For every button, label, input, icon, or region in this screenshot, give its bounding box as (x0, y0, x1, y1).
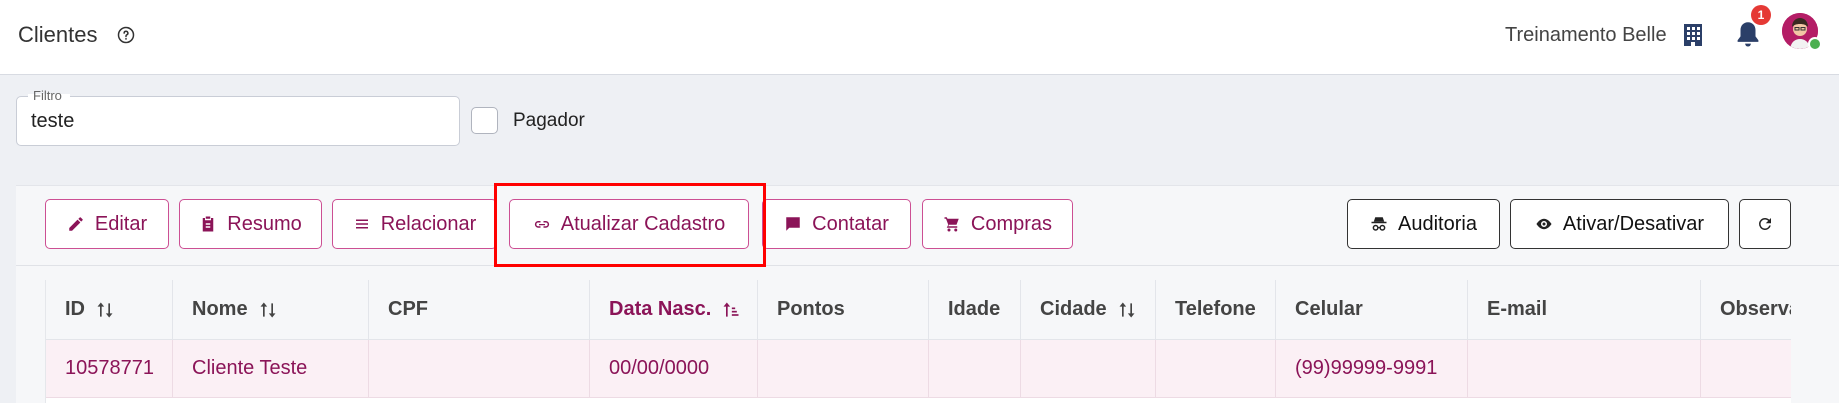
filter-label: Filtro (33, 88, 62, 103)
column-header-idade[interactable]: Idade (929, 280, 1021, 340)
pagador-label[interactable]: Pagador (513, 110, 585, 132)
column-header-cidade[interactable]: Cidade (1021, 280, 1156, 340)
filter-input[interactable] (17, 100, 457, 142)
notification-count-badge: 1 (1751, 5, 1771, 25)
table-cell-data-nasc[interactable]: 00/00/0000 (590, 340, 758, 398)
highlight-annotation (494, 183, 766, 267)
table-cell-cpf[interactable] (369, 340, 590, 398)
building-icon[interactable] (1682, 23, 1704, 47)
column-header-label: Cidade (1040, 298, 1107, 320)
pagador-checkbox[interactable] (471, 107, 498, 134)
column-header-label: Nome (192, 298, 248, 320)
table-cell-email[interactable] (1468, 340, 1701, 398)
refresh-icon (1759, 218, 1771, 230)
column-header-label: CPF (388, 298, 428, 320)
column-header-celular[interactable]: Celular (1276, 280, 1468, 340)
edit-button-label: Editar (94, 212, 148, 235)
toolbar-divider (16, 265, 1839, 266)
relate-button[interactable]: Relacionar (332, 199, 497, 249)
column-header-label: Pontos (777, 298, 845, 320)
column-header-data-nasc[interactable]: Data Nasc. (590, 280, 758, 340)
column-header-cpf[interactable]: CPF (369, 280, 590, 340)
column-header-telefone[interactable]: Telefone (1156, 280, 1276, 340)
table-cell-nome[interactable]: Cliente Teste (173, 340, 369, 398)
column-header-label: Data Nasc. (609, 298, 712, 320)
column-header-email[interactable]: E-mail (1468, 280, 1701, 340)
table-cell-observacao[interactable] (1701, 340, 1791, 398)
relate-button-label: Relacionar (380, 212, 477, 235)
table-cell-pontos[interactable] (758, 340, 929, 398)
column-header-label: Idade (948, 298, 1001, 320)
column-header-nome[interactable]: Nome (173, 280, 369, 340)
page-title: Clientes (18, 22, 98, 47)
edit-button[interactable]: Editar (45, 199, 169, 249)
help-icon[interactable] (117, 26, 135, 44)
summary-button-label: Resumo (227, 212, 302, 235)
refresh-button[interactable] (1739, 199, 1791, 249)
clipboard-icon (203, 216, 214, 232)
spy-icon (1371, 217, 1387, 231)
table-cell-id[interactable]: 10578771 (46, 340, 173, 398)
audit-button[interactable]: Auditoria (1347, 199, 1500, 249)
organization-name[interactable]: Treinamento Belle (1505, 24, 1667, 47)
column-header-observacao[interactable]: Observa (1701, 280, 1791, 340)
online-status-indicator (1808, 37, 1822, 51)
sort-both-icon[interactable] (1117, 300, 1137, 320)
summary-button[interactable]: Resumo (179, 199, 322, 249)
column-header-label: Observa (1720, 298, 1791, 320)
pencil-icon (69, 217, 83, 231)
chat-icon (786, 217, 800, 231)
table-cell-celular[interactable]: (99)99999-9991 (1276, 340, 1468, 398)
app-header: Clientes Treinamento Belle 1 (0, 0, 1839, 75)
table-cell-telefone[interactable] (1156, 340, 1276, 398)
purchases-button[interactable]: Compras (922, 199, 1073, 249)
audit-button-label: Auditoria (1398, 212, 1477, 235)
column-header-label: E-mail (1487, 298, 1548, 320)
column-header-label: ID (65, 298, 85, 320)
sort-ascending-icon[interactable] (721, 300, 741, 320)
sort-both-icon[interactable] (95, 300, 115, 320)
list-icon (355, 219, 368, 229)
table-cell-idade[interactable] (929, 340, 1021, 398)
column-header-label: Telefone (1175, 298, 1256, 320)
eye-icon (1536, 218, 1552, 230)
contact-button-label: Contatar (812, 212, 889, 235)
column-header-pontos[interactable]: Pontos (758, 280, 929, 340)
table-cell-cidade[interactable] (1021, 340, 1156, 398)
contact-button[interactable]: Contatar (762, 199, 911, 249)
purchases-button-label: Compras (970, 212, 1053, 235)
clients-table: ID Nome CPF Data Nasc. Pontos Idade Cida… (45, 280, 1791, 403)
toggle-active-button[interactable]: Ativar/Desativar (1510, 199, 1729, 249)
sort-both-icon[interactable] (258, 300, 278, 320)
toggle-active-button-label: Ativar/Desativar (1562, 212, 1705, 235)
column-header-id[interactable]: ID (46, 280, 173, 340)
column-header-label: Celular (1295, 298, 1363, 320)
cart-icon (944, 217, 959, 232)
